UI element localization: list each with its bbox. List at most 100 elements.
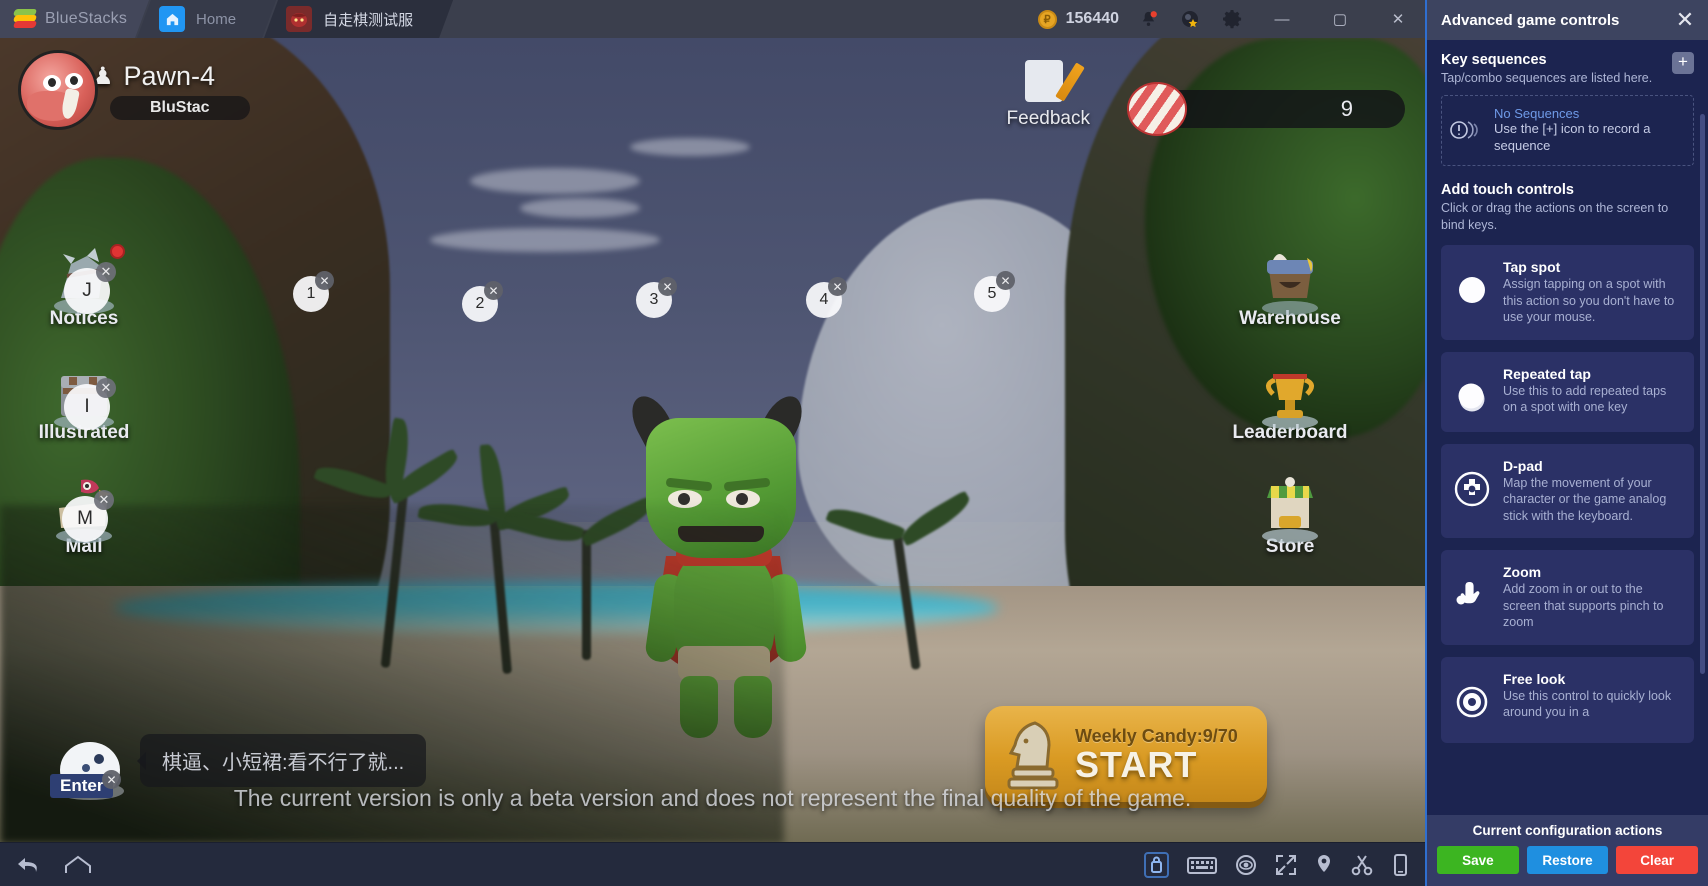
candy-icon [1127, 82, 1187, 136]
close-icon[interactable]: ✕ [1672, 9, 1698, 31]
control-card-repeated-tap[interactable]: Repeated tap Use this to add repeated ta… [1441, 351, 1694, 432]
sequence-icon [1450, 120, 1484, 140]
tap-spot-5-label: 5 [987, 285, 997, 302]
touch-controls-header: Add touch controls Click or drag the act… [1441, 182, 1694, 234]
d-pad-icon [1451, 468, 1493, 510]
coin-value: 156440 [1065, 10, 1119, 27]
keyboard-icon[interactable] [1187, 855, 1217, 875]
keybind-illustrated-label: I [84, 396, 90, 417]
sidebar-item-store[interactable]: Store [1230, 474, 1350, 558]
tap-spot-2[interactable]: 2 ✕ [462, 281, 503, 322]
touch-controls-subtitle: Click or drag the actions on the screen … [1441, 200, 1669, 232]
remove-tap-spot-icon[interactable]: ✕ [484, 281, 503, 300]
remove-tap-spot-icon[interactable]: ✕ [828, 277, 847, 296]
keybind-notices[interactable]: J ✕ [64, 262, 116, 314]
sidebar-item-leaderboard[interactable]: Leaderboard [1230, 360, 1350, 444]
close-button[interactable]: ✕ [1377, 0, 1419, 38]
control-card-d-pad-desc: Map the movement of your character or th… [1503, 475, 1667, 523]
control-card-zoom-title: Zoom [1503, 564, 1542, 581]
tab-home[interactable]: Home [137, 0, 276, 38]
key-sequences-title: Key sequences [1441, 52, 1547, 68]
eye-icon[interactable] [1235, 854, 1257, 876]
control-card-d-pad[interactable]: D-pad Map the movement of your character… [1441, 443, 1694, 539]
panel-body: + Key sequences Tap/combo sequences are … [1427, 40, 1708, 815]
tap-spot-4[interactable]: 4 ✕ [806, 277, 847, 318]
control-card-repeated-tap-desc: Use this to add repeated taps on a spot … [1503, 383, 1667, 415]
tap-spot-2-label: 2 [475, 295, 485, 312]
coin-icon: ₽ [1037, 9, 1057, 29]
store-art [1247, 474, 1333, 544]
bottom-toolbar-right [1144, 851, 1425, 878]
keybind-illustrated[interactable]: I ✕ [64, 378, 116, 430]
sidebar-item-warehouse[interactable]: Warehouse [1230, 246, 1350, 330]
panel-header: Advanced game controls ✕ [1427, 0, 1708, 40]
free-look-icon [1451, 681, 1493, 723]
remove-keybind-icon[interactable]: ✕ [94, 490, 114, 510]
panel-scrollbar[interactable] [1700, 114, 1705, 674]
panel-title: Advanced game controls [1441, 11, 1620, 29]
remove-tap-spot-icon[interactable]: ✕ [996, 271, 1015, 290]
home-icon [159, 6, 185, 32]
back-icon[interactable] [16, 855, 42, 875]
control-card-d-pad-title: D-pad [1503, 457, 1543, 474]
control-card-tap-spot[interactable]: Tap spot Assign tapping on a spot with t… [1441, 245, 1694, 340]
lock-icon[interactable] [1144, 851, 1169, 878]
scissors-icon[interactable] [1351, 854, 1373, 876]
configuration-actions-buttons: Save Restore Clear [1437, 846, 1699, 874]
gear-icon[interactable] [1219, 6, 1245, 32]
remove-tap-spot-icon[interactable]: ✕ [658, 277, 677, 296]
bell-icon[interactable] [1135, 6, 1161, 32]
clear-button[interactable]: Clear [1616, 846, 1699, 874]
rewards-icon[interactable] [1177, 6, 1203, 32]
control-card-tap-spot-title: Tap spot [1503, 259, 1561, 276]
save-button[interactable]: Save [1437, 846, 1519, 874]
tap-spot-3[interactable]: 3 ✕ [636, 277, 677, 318]
location-icon[interactable] [1315, 854, 1333, 876]
fullscreen-icon[interactable] [1275, 854, 1297, 876]
control-card-free-look[interactable]: Free look Use this control to quickly lo… [1441, 656, 1694, 743]
control-card-free-look-text: Free look Use this control to quickly lo… [1503, 671, 1682, 721]
tap-spot-4-label: 4 [819, 291, 829, 308]
feedback-label: Feedback [1006, 108, 1090, 129]
remove-keybind-icon[interactable]: ✕ [96, 378, 116, 398]
keybind-notices-label: J [82, 280, 92, 301]
no-sequences-desc: Use the [+] icon to record a sequence [1494, 120, 1651, 153]
cloud [430, 228, 660, 252]
sidebar-item-mail[interactable]: Mail M ✕ [24, 474, 144, 558]
restore-button[interactable]: Restore [1526, 846, 1609, 874]
tap-spot-icon [1451, 269, 1493, 311]
player-name: Pawn-4 [123, 60, 216, 91]
control-card-zoom[interactable]: Zoom Add zoom in or out to the screen th… [1441, 550, 1694, 645]
avatar[interactable] [18, 50, 98, 130]
bluestacks-window: BlueStacks Home 自走棋测试服 ₽ 156440 — ▢ ✕ ♟ … [0, 0, 1425, 886]
clan-badge: BluStac [110, 95, 250, 120]
chat-message[interactable]: 棋逼、小短裙:看不行了就... [136, 734, 427, 787]
minimize-button[interactable]: — [1261, 0, 1303, 38]
profile-text: ♟ Pawn-4 BluStac [92, 61, 250, 120]
feedback-icon [1021, 60, 1086, 106]
phone-icon[interactable] [1391, 853, 1409, 876]
warehouse-art [1247, 246, 1333, 316]
tap-spot-1[interactable]: 1 ✕ [293, 271, 334, 312]
no-sequences-placeholder: No Sequences Use the [+] icon to record … [1441, 94, 1694, 166]
cloud [470, 168, 640, 194]
maximize-button[interactable]: ▢ [1319, 0, 1361, 38]
control-card-zoom-text: Zoom Add zoom in or out to the screen th… [1503, 564, 1682, 631]
key-sequences-subtitle: Tap/combo sequences are listed here. [1441, 71, 1653, 85]
player-profile[interactable]: ♟ Pawn-4 BluStac [18, 50, 250, 130]
start-button-text: Weekly Candy:9/70 START [1075, 726, 1238, 783]
sidebar-item-illustrated[interactable]: Illustrated I ✕ [24, 360, 144, 444]
bottom-toolbar [0, 842, 1425, 886]
tab-game[interactable]: 自走棋测试服 [264, 0, 453, 38]
add-sequence-button[interactable]: + [1672, 52, 1694, 74]
tap-spot-5[interactable]: 5 ✕ [974, 271, 1015, 312]
bluestacks-brand: BlueStacks [0, 0, 149, 38]
remove-keybind-icon[interactable]: ✕ [96, 262, 116, 282]
feedback-button[interactable]: Feedback [1007, 60, 1090, 130]
game-viewport[interactable]: ♟ Pawn-4 BluStac Feedback 9 Notices J ✕ … [0, 38, 1425, 844]
sidebar-item-notices[interactable]: Notices J ✕ [24, 244, 144, 330]
keybind-mail[interactable]: M ✕ [62, 490, 114, 542]
home-icon[interactable] [64, 855, 92, 875]
remove-tap-spot-icon[interactable]: ✕ [315, 271, 334, 290]
coin-balance[interactable]: ₽ 156440 [1037, 9, 1119, 29]
